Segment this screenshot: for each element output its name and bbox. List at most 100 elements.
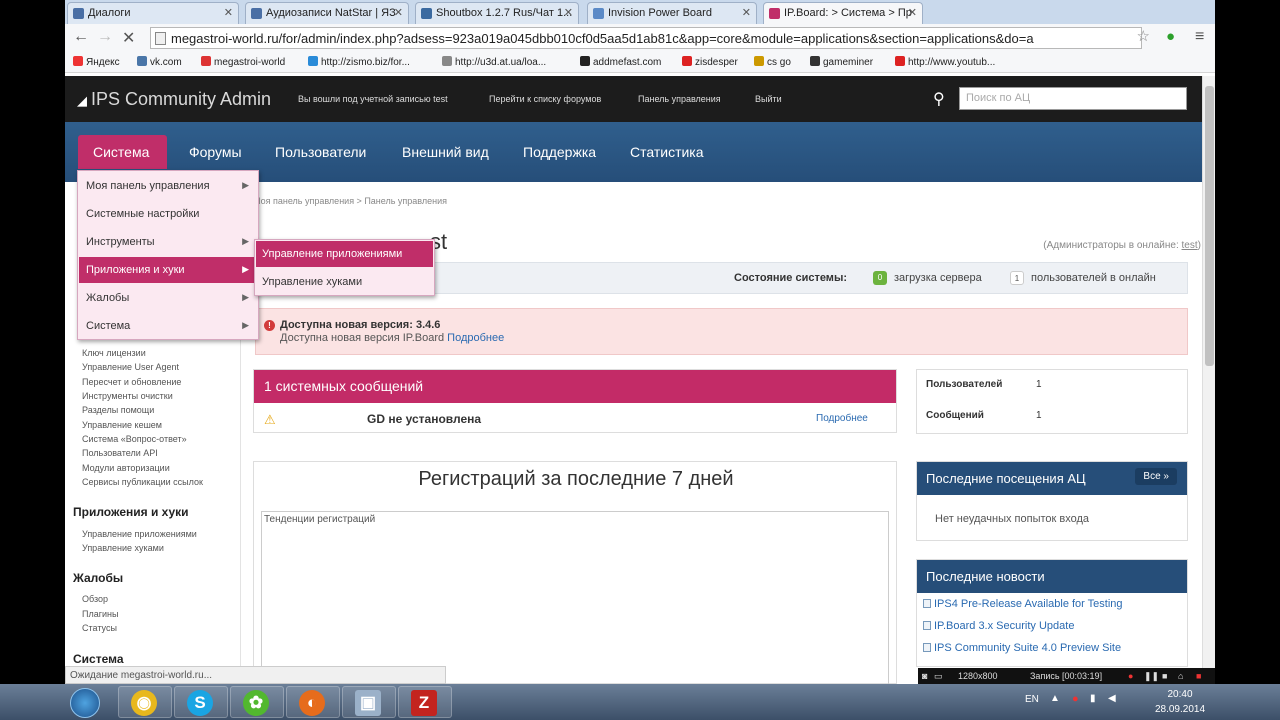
close-icon[interactable]: ✕ (908, 6, 917, 19)
record-tray-icon[interactable]: ● (1072, 693, 1079, 705)
icq-taskbar-button[interactable]: ✿ (230, 686, 284, 718)
sidebar-item[interactable]: Управление приложениями (82, 529, 197, 539)
loading-icon (769, 8, 780, 19)
record-icon[interactable]: ● (1128, 671, 1133, 681)
stop-icon[interactable]: ■ (1162, 671, 1167, 681)
nav-stats[interactable]: Статистика (630, 144, 704, 160)
dashboard-link[interactable]: Панель управления (638, 94, 721, 104)
brand-logo[interactable]: ◢ IPS Community Admin (77, 89, 271, 110)
tab-shoutbox[interactable]: Shoutbox 1.2.7 Rus/Чат 1... ✕ (415, 2, 579, 24)
sidebar-item[interactable]: Управление User Agent (82, 362, 179, 372)
close-icon[interactable]: ✕ (224, 6, 233, 19)
tab-ipboard-admin[interactable]: IP.Board: > Система > Пр ✕ (763, 2, 923, 24)
extension-icon[interactable]: ● (1166, 28, 1175, 45)
sidebar-item[interactable]: Модули авторизации (82, 463, 170, 473)
status-label: Состояние системы: (734, 272, 848, 284)
pause-icon[interactable]: ❚❚ (1144, 671, 1159, 682)
skype-taskbar-button[interactable]: S (174, 686, 228, 718)
clock[interactable]: 20:40 28.09.2014 (1150, 687, 1210, 717)
sidebar-item[interactable]: Пользователи API (82, 448, 158, 458)
search-input[interactable]: Поиск по АЦ (959, 87, 1187, 110)
address-bar[interactable]: megastroi-world.ru/for/admin/index.php?a… (150, 27, 1142, 49)
network-icon[interactable]: ▮ (1090, 693, 1096, 704)
nav-system[interactable]: Система (78, 135, 167, 169)
bookmark-icon (810, 56, 820, 66)
start-button[interactable] (70, 688, 100, 718)
bookmark-item[interactable]: Яндекс (73, 56, 120, 68)
bookmark-item[interactable]: addmefast.com (580, 56, 661, 68)
submenu-manage-apps[interactable]: Управление приложениями (256, 241, 433, 267)
sidebar-item[interactable]: Разделы помощи (82, 405, 154, 415)
sidebar-item[interactable]: Сервисы публикации ссылок (82, 477, 203, 487)
news-item[interactable]: IP.Board 3.x Security Update (923, 620, 1074, 632)
search-icon[interactable]: ⚲ (933, 89, 945, 109)
close-icon[interactable]: ✕ (742, 6, 751, 19)
forward-icon[interactable]: → (97, 28, 113, 46)
tab-label: Invision Power Board (608, 7, 712, 19)
tab-dialogs[interactable]: Диалоги ✕ (67, 2, 239, 24)
sidebar-item[interactable]: Плагины (82, 609, 118, 619)
sidebar-item[interactable]: Инструменты очистки (82, 391, 173, 401)
system-tray: EN ▲ ● ▮ ◀ 20:40 28.09.2014 (1020, 684, 1280, 720)
menu-item-my-dashboard[interactable]: Моя панель управления ▶ (79, 173, 257, 199)
snapshot-icon[interactable]: ⌂ (1178, 671, 1183, 681)
sidebar-item[interactable]: Ключ лицензии (82, 348, 146, 358)
update-notice: ! Доступна новая версия: 3.4.6 Доступна … (255, 308, 1188, 355)
bookmark-item[interactable]: http://u3d.at.ua/loa... (442, 56, 546, 68)
view-all-button[interactable]: Все » (1135, 468, 1177, 485)
bookmark-item[interactable]: http://zismo.biz/for... (308, 56, 410, 68)
skype-icon: S (187, 690, 213, 716)
news-item[interactable]: IPS Community Suite 4.0 Preview Site (923, 642, 1121, 654)
close-recorder-icon[interactable]: ■ (1196, 671, 1201, 681)
camera-icon[interactable]: ◙ (922, 671, 927, 681)
sidebar-item[interactable]: Пересчет и обновление (82, 377, 181, 387)
menu-item-reports[interactable]: Жалобы ▶ (79, 285, 257, 311)
bookmark-star-icon[interactable]: ☆ (1137, 27, 1150, 45)
menu-icon[interactable]: ≡ (1195, 28, 1204, 46)
nav-forums[interactable]: Форумы (189, 144, 242, 160)
back-icon[interactable]: ← (73, 28, 89, 46)
gd-details-link[interactable]: Подробнее (816, 413, 868, 424)
firefox-taskbar-button[interactable]: ◐ (286, 686, 340, 718)
tab-ipb[interactable]: Invision Power Board ✕ (587, 2, 757, 24)
breadcrumb[interactable]: Моя панель управления > Панель управлени… (253, 196, 447, 206)
close-icon[interactable]: ✕ (394, 6, 403, 19)
stop-icon[interactable]: ✕ (122, 28, 135, 48)
sidebar-item[interactable]: Статусы (82, 623, 117, 633)
bookmark-item[interactable]: cs go (754, 56, 791, 68)
menu-item-system[interactable]: Система ▶ (79, 313, 257, 339)
nav-users[interactable]: Пользователи (275, 144, 366, 160)
nav-appearance[interactable]: Внешний вид (402, 144, 489, 160)
filezilla-taskbar-button[interactable]: Z (398, 686, 452, 718)
tray-arrow-icon[interactable]: ▲ (1050, 693, 1060, 704)
tab-audio[interactable]: Аудиозаписи NatStar | ЯЗ ✕ (245, 2, 409, 24)
volume-icon[interactable]: ◀ (1108, 693, 1116, 704)
bookmark-item[interactable]: megastroi-world (201, 56, 285, 68)
close-icon[interactable]: ✕ (564, 6, 573, 19)
admin-user-link[interactable]: test (1182, 240, 1198, 251)
logout-link[interactable]: Выйти (755, 94, 782, 104)
menu-item-apps-hooks[interactable]: Приложения и хуки ▶ (79, 257, 257, 283)
bookmark-item[interactable]: vk.com (137, 56, 182, 68)
chrome-taskbar-button[interactable]: ◉ (118, 686, 172, 718)
sidebar-item[interactable]: Система «Вопрос-ответ» (82, 434, 187, 444)
update-details-link[interactable]: Подробнее (447, 332, 504, 344)
menu-item-system-settings[interactable]: Системные настройки (79, 201, 257, 227)
bookmark-item[interactable]: http://www.youtub... (895, 56, 995, 68)
bookmarks-bar: Яндекс vk.com megastroi-world http://zis… (65, 52, 1215, 73)
nav-support[interactable]: Поддержка (523, 144, 596, 160)
menu-item-tools[interactable]: Инструменты ▶ (79, 229, 257, 255)
submenu-manage-hooks[interactable]: Управление хуками (256, 269, 433, 295)
news-item[interactable]: IPS4 Pre-Release Available for Testing (923, 598, 1123, 610)
app-taskbar-button[interactable]: ▣ (342, 686, 396, 718)
bookmark-item[interactable]: gameminer (810, 56, 873, 68)
sidebar-item[interactable]: Обзор (82, 594, 108, 604)
scroll-thumb[interactable] (1205, 86, 1214, 366)
bookmark-item[interactable]: zisdesper (682, 56, 738, 68)
forums-link[interactable]: Перейти к списку форумов (489, 94, 601, 104)
sidebar-item[interactable]: Управление кешем (82, 420, 162, 430)
language-indicator[interactable]: EN (1025, 694, 1039, 705)
sidebar-item[interactable]: Управление хуками (82, 543, 164, 553)
page-scrollbar[interactable] (1202, 76, 1215, 684)
clock-time: 20:40 (1167, 689, 1193, 700)
